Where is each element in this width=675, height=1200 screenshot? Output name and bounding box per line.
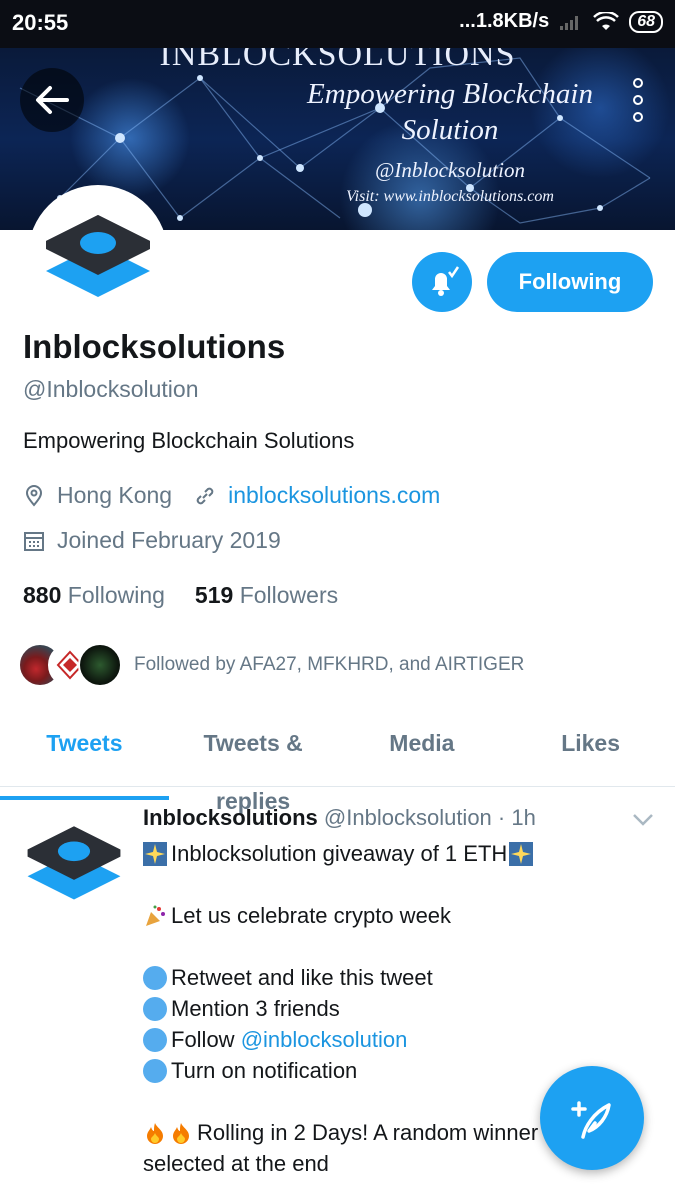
followed-by-row[interactable]: Followed by AFA27, MFKHRD, and AIRTIGER [18, 640, 524, 690]
bell-icon [432, 266, 460, 296]
follower-avatar [78, 643, 122, 687]
avatar[interactable] [28, 185, 168, 325]
fire-emoji-icon [147, 1122, 163, 1144]
profile-tabs: Tweets Tweets & replies Media Likes [0, 714, 675, 814]
tab-tweets[interactable]: Tweets [0, 714, 169, 800]
party-popper-emoji-icon [146, 905, 165, 926]
tab-tweets-replies[interactable]: Tweets & replies [169, 714, 338, 814]
arrow-left-icon [36, 86, 69, 114]
tweet-line: Turn on notification [143, 1055, 573, 1086]
tweet-author-name[interactable]: Inblocksolutions [143, 805, 318, 830]
following-count-link[interactable]: 880 Following [23, 582, 165, 609]
tweet-author-avatar[interactable] [24, 812, 124, 912]
chevron-down-icon[interactable] [632, 812, 654, 828]
tweet-line: Rolling in 2 Days! A random winner [143, 1117, 573, 1148]
status-bar: 20:55 ...1.8KB/s 68 [0, 0, 675, 48]
tab-media[interactable]: Media [338, 714, 507, 786]
tweet-line: Let us celebrate crypto week [143, 900, 573, 931]
banner-title: INBLOCKSOLUTIONS [159, 48, 516, 73]
banner-visit: Visit: www.inblocksolutions.com [346, 188, 554, 205]
followers-count-link[interactable]: 519 Followers [195, 582, 338, 609]
tweet-text: Inblocksolution giveaway of 1 ETH Let us… [143, 838, 573, 1179]
battery-indicator: 68 [629, 10, 663, 33]
more-options-button[interactable] [623, 78, 653, 122]
fire-emoji-icon [173, 1122, 189, 1144]
back-button[interactable] [20, 68, 84, 132]
profile-location: Hong Kong [57, 482, 173, 508]
blue-circle-emoji-icon [143, 1058, 167, 1083]
follow-counts: 880 Following 519 Followers [23, 582, 338, 609]
inblocksolutions-logo [46, 215, 150, 297]
link-icon [194, 485, 216, 507]
status-time: 20:55 [12, 10, 69, 35]
tweet-line: Follow @inblocksolution [143, 1024, 573, 1055]
following-label: Following [67, 582, 165, 608]
compose-tweet-icon [571, 1101, 611, 1139]
followed-by-text: Followed by AFA27, MFKHRD, and AIRTIGER [134, 654, 525, 675]
tweet-line: Inblocksolution giveaway of 1 ETH [143, 838, 573, 869]
calendar-icon [23, 530, 45, 552]
wifi-icon [593, 11, 620, 30]
banner-tagline-2: Solution [401, 114, 499, 146]
profile-joined: Joined February 2019 [57, 527, 281, 553]
tweet-line: selected at the end [143, 1151, 329, 1176]
banner-tagline: Empowering Blockchain Solution [270, 76, 630, 148]
tweet-header: Inblocksolutions @Inblocksolution · 1h [143, 805, 536, 831]
profile-meta-row: Hong Kong inblocksolutions.com [23, 482, 440, 509]
more-vertical-icon [633, 78, 643, 88]
following-count: 880 [23, 582, 62, 608]
profile-joined-row: Joined February 2019 [23, 527, 281, 554]
tweet-author-handle: @Inblocksolution [323, 805, 492, 830]
banner-tagline-1: Empowering Blockchain [307, 78, 593, 110]
profile-website-link[interactable]: inblocksolutions.com [228, 482, 440, 509]
blue-circle-emoji-icon [143, 965, 167, 990]
profile-handle: @Inblocksolution [23, 376, 199, 402]
followers-count: 519 [194, 582, 234, 608]
signal-icon [560, 15, 579, 30]
tab-likes[interactable]: Likes [506, 714, 675, 786]
status-right: ...1.8KB/s 68 [459, 10, 663, 33]
blue-circle-emoji-icon [143, 996, 167, 1021]
profile-name: Inblocksolutions [23, 328, 286, 365]
location-pin-icon [23, 484, 45, 507]
compose-tweet-button[interactable] [540, 1066, 644, 1170]
blue-circle-emoji-icon [143, 1027, 167, 1052]
following-button[interactable]: Following [487, 252, 653, 312]
sparkle-emoji-icon [143, 841, 167, 866]
tweet-line: Retweet and like this tweet [143, 962, 573, 993]
tweet-line: Mention 3 friends [143, 993, 573, 1024]
tweet-mention-link[interactable]: @inblocksolution [241, 1024, 408, 1055]
notifications-button[interactable] [412, 252, 472, 312]
tweet-time: · 1h [497, 805, 536, 830]
sparkle-emoji-icon [509, 841, 534, 866]
network-speed: ...1.8KB/s [459, 10, 550, 32]
banner-handle: @Inblocksolution [375, 158, 525, 182]
profile-bio: Empowering Blockchain Solutions [23, 428, 355, 453]
followers-label: Followers [239, 582, 339, 608]
